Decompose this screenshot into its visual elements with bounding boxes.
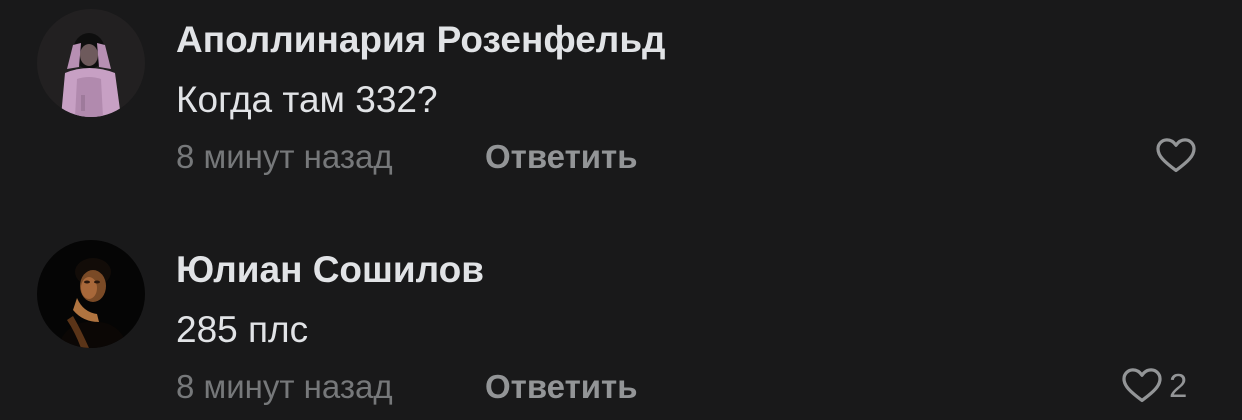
comment-text: Когда там 332? <box>176 79 438 120</box>
comment-timestamp: 8 минут назад <box>176 138 393 175</box>
comment-text: 285 плс <box>176 309 309 350</box>
heart-outline-icon <box>1122 368 1162 403</box>
comment-timestamp: 8 минут назад <box>176 368 393 405</box>
avatar[interactable] <box>37 9 145 117</box>
like-button[interactable]: 2 <box>1121 367 1187 403</box>
avatar-photo-image <box>37 9 145 117</box>
avatar[interactable] <box>37 240 145 348</box>
comment-item: Аполлинария Розенфельд Когда там 332? 8 … <box>0 0 1242 190</box>
avatar-photo-image <box>37 240 145 348</box>
like-button[interactable] <box>1155 137 1203 173</box>
like-count: 2 <box>1169 366 1188 404</box>
reply-button[interactable]: Ответить <box>485 370 638 403</box>
comment-item: Юлиан Сошилов 285 плс 8 минут назад Отве… <box>0 230 1242 420</box>
reply-button[interactable]: Ответить <box>485 140 638 173</box>
comment-author[interactable]: Аполлинария Розенфельд <box>176 21 666 58</box>
heart-outline-icon <box>1156 138 1196 173</box>
comment-author[interactable]: Юлиан Сошилов <box>176 251 484 288</box>
